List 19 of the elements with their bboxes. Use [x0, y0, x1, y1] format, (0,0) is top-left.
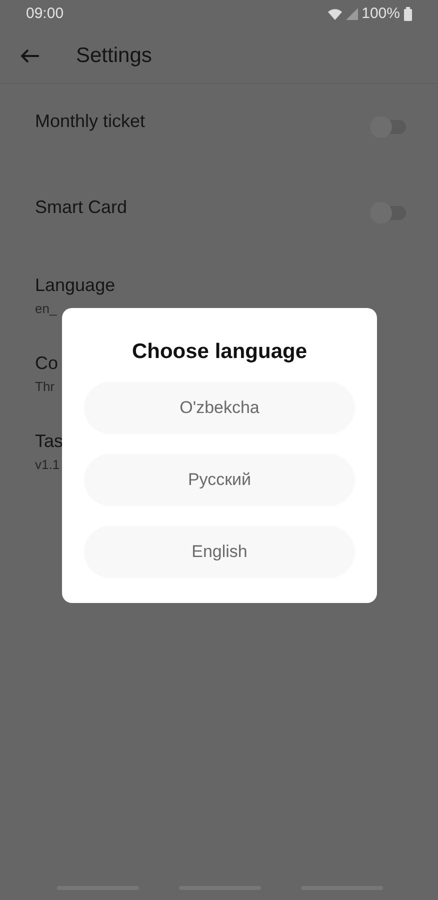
- language-option[interactable]: Русский: [84, 454, 355, 506]
- battery-level: 100%: [362, 4, 400, 24]
- setting-subtitle: en_: [35, 300, 58, 318]
- setting-subtitle: v1.1: [35, 456, 61, 474]
- dialog-title: Choose language: [130, 339, 308, 365]
- wifi-icon: [328, 8, 342, 20]
- back-icon[interactable]: [20, 48, 40, 64]
- setting-title: Smart Card: [35, 196, 128, 218]
- signal-icon: [346, 8, 358, 20]
- setting-title: Co: [35, 352, 58, 375]
- language-option[interactable]: O'zbekcha: [84, 382, 355, 434]
- setting-title: Tas: [35, 430, 64, 453]
- language-option[interactable]: English: [84, 526, 355, 578]
- setting-subtitle: Thr: [35, 378, 56, 396]
- battery-icon: [404, 7, 412, 21]
- setting-title: Monthly ticket: [35, 110, 146, 133]
- setting-title: Language: [35, 274, 116, 297]
- screen-title: Settings: [76, 42, 152, 69]
- status-time: 09:00: [26, 4, 64, 24]
